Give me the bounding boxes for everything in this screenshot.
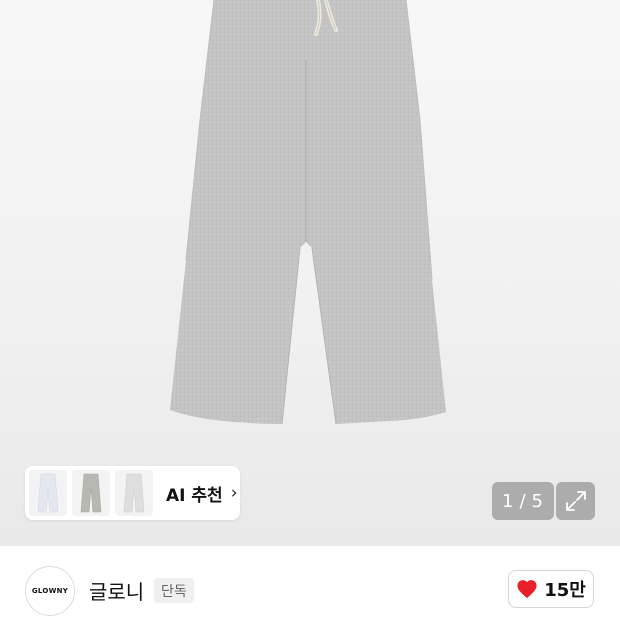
brand-name[interactable]: 글로니 <box>89 576 144 605</box>
brand-logo[interactable]: GLOWNY <box>25 566 75 616</box>
page-current: 1 <box>502 490 515 512</box>
brand-logo-text: GLOWNY <box>31 587 69 595</box>
ai-thumbnail-white[interactable] <box>29 470 67 516</box>
page-total: 5 <box>531 490 544 512</box>
exclusive-badge: 단독 <box>154 578 194 603</box>
like-count: 15만 <box>544 580 586 601</box>
expand-icon <box>565 491 586 511</box>
ai-thumbnail-gray[interactable] <box>72 470 110 516</box>
product-image <box>170 0 446 425</box>
chevron-right-icon: › <box>230 483 238 503</box>
page-separator: / <box>519 490 527 512</box>
ai-thumbnail-light-gray[interactable] <box>115 470 153 516</box>
image-page-counter: 1 / 5 <box>492 482 554 520</box>
heart-icon <box>517 580 537 599</box>
product-image-gallery[interactable]: AI 추천 › 1 / 5 <box>0 0 620 546</box>
expand-button[interactable] <box>556 482 595 520</box>
ai-recommend-panel[interactable]: AI 추천 › <box>25 466 240 520</box>
like-button[interactable]: 15만 <box>508 570 594 608</box>
ai-recommend-label: AI 추천 <box>166 485 223 506</box>
